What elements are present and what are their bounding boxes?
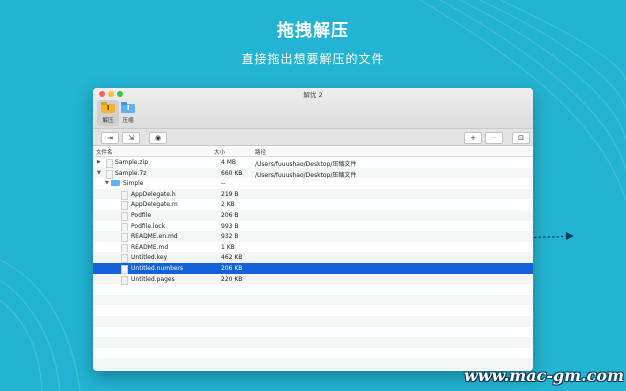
window-title: 解优 2	[303, 91, 323, 99]
empty-row	[93, 337, 533, 348]
column-size[interactable]: 大小	[214, 148, 225, 156]
table-row[interactable]: Podfile 206 B	[93, 209, 533, 221]
empty-row	[93, 284, 533, 295]
hero-subtitle: 直接拖出想要解压的文件	[241, 52, 385, 66]
table-row[interactable]: Untitled.key 462 KB	[93, 252, 533, 264]
title-bar: 解优 2 解压 压缩	[93, 88, 533, 128]
preview-button[interactable]: ◉	[149, 132, 167, 144]
column-name[interactable]: 文件名	[96, 148, 113, 156]
empty-row	[93, 348, 533, 359]
tab-extract-label: 解压	[102, 118, 114, 124]
add-button[interactable]: +	[464, 132, 482, 144]
file-name: README.md	[131, 243, 169, 251]
tab-compress-label: 压缩	[122, 118, 134, 124]
file-size: 1 KB	[221, 243, 235, 251]
table-row[interactable]: Untitled.pages 220 KB	[93, 273, 533, 285]
table-row[interactable]: ▼ Sample.7z 660 KB/Users/fuuushao/Desktop/…	[93, 167, 533, 179]
disclosure-triangle-icon[interactable]: ▼	[105, 180, 109, 186]
file-name: Podfile.lock	[131, 222, 166, 230]
file-name: Untitled.pages	[131, 275, 175, 283]
disclosure-triangle-icon[interactable]: ▼	[97, 170, 101, 176]
hero-title: 拖拽解压	[277, 21, 349, 41]
minus-icon: −	[491, 134, 497, 142]
export-button[interactable]: ⇲	[122, 132, 140, 144]
folder-icon	[111, 180, 120, 187]
empty-row	[93, 294, 533, 306]
lock-icon: ⊡	[518, 134, 524, 142]
file-size: 660 KB	[221, 169, 243, 177]
file-size: 219 B	[221, 190, 239, 198]
table-row[interactable]: README.md 1 KB	[93, 242, 533, 253]
table-row[interactable]: Podfile.lock 993 B	[93, 221, 533, 232]
empty-row	[93, 315, 533, 327]
file-name: README.en.md	[131, 233, 178, 241]
table-row[interactable]: README.en.md 932 B	[93, 231, 533, 243]
tab-extract[interactable]: 解压	[97, 100, 119, 126]
file-size: 206 B	[221, 211, 239, 219]
file-size: 220 KB	[221, 275, 243, 283]
empty-row	[93, 327, 533, 338]
file-name: Sample.zip	[115, 159, 149, 166]
table-header: 文件名 大小 路径	[93, 146, 533, 157]
file-size: 206 KB	[221, 264, 243, 272]
tab-compress[interactable]: 压缩	[117, 100, 139, 126]
file-size: 462 KB	[221, 254, 243, 262]
file-list: ▶ Sample.zip 4 MB/Users/fuuushao/Desktop/压…	[93, 157, 533, 369]
file-size: 2 KB	[221, 201, 235, 209]
lock-button[interactable]: ⊡	[512, 132, 530, 144]
file-size: --	[221, 180, 226, 188]
file-size: 4 MB	[221, 159, 237, 166]
export-icon: ⇲	[128, 134, 134, 142]
file-name: AppDelegate.m	[131, 201, 178, 209]
app-window: 解优 2 解压 压缩 ⇥ ⇲ ◉ + − ⊡ 文件名 大小 路径 ▶ Sampl…	[93, 88, 533, 371]
file-size: 993 B	[221, 222, 239, 230]
table-row[interactable]: ▼ Simple --	[93, 178, 533, 189]
empty-row	[93, 305, 533, 316]
file-name: AppDelegate.h	[131, 190, 176, 198]
table-row[interactable]: ▶ Sample.zip 4 MB/Users/fuuushao/Desktop/压…	[93, 157, 533, 168]
compress-folder-icon	[121, 102, 135, 113]
file-name: Untitled.key	[131, 254, 168, 262]
file-name: Podfile	[131, 211, 152, 219]
file-name: Simple	[123, 180, 144, 188]
eye-icon: ◉	[154, 134, 162, 142]
toolbar: ⇥ ⇲ ◉ + − ⊡	[93, 128, 533, 146]
extract-icon: ⇥	[107, 134, 113, 142]
table-row[interactable]: Untitled.numbers 206 KB	[93, 262, 533, 274]
disclosure-triangle-icon[interactable]: ▶	[97, 159, 101, 165]
extract-folder-icon	[101, 102, 115, 113]
file-name: Untitled.numbers	[131, 264, 184, 272]
remove-button[interactable]: −	[485, 132, 503, 144]
plus-icon: +	[470, 134, 476, 142]
table-row[interactable]: AppDelegate.m 2 KB	[93, 199, 533, 211]
file-name: Sample.7z	[115, 169, 147, 177]
extract-button[interactable]: ⇥	[101, 132, 119, 144]
column-path[interactable]: 路径	[255, 148, 266, 156]
file-size: 932 B	[221, 233, 239, 241]
watermark: www.mac-gm.com	[464, 366, 624, 385]
table-row[interactable]: AppDelegate.h 219 B	[93, 188, 533, 200]
